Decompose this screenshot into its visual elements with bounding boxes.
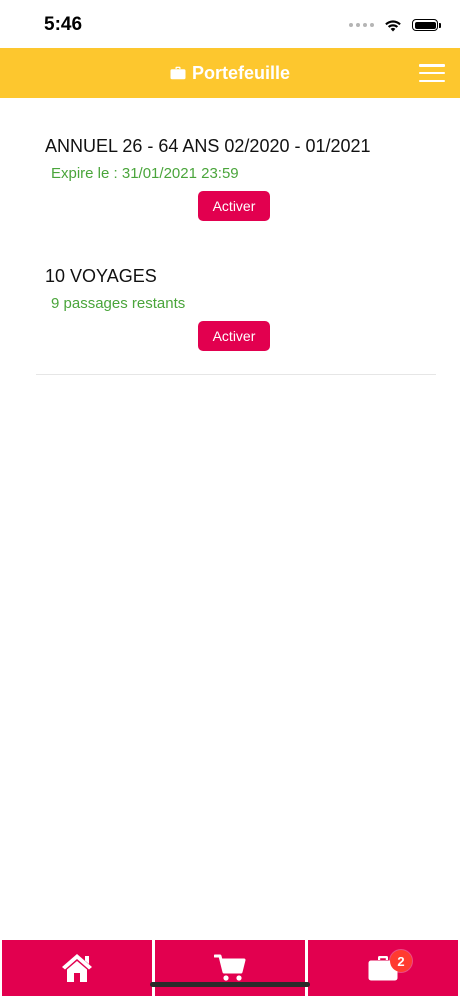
status-bar: 5:46 [0, 0, 460, 48]
ticket-title: 10 VOYAGES [45, 266, 157, 286]
home-indicator [150, 982, 310, 987]
ticket-expiry: Expire le : 31/01/2021 23:59 [51, 165, 239, 182]
ticket-remaining: 9 passages restants [51, 295, 186, 312]
home-icon [62, 954, 92, 982]
tab-shop[interactable] [155, 940, 305, 996]
battery-icon [412, 19, 441, 31]
wifi-icon [385, 19, 401, 31]
briefcase-icon [170, 66, 186, 80]
notification-badge: 2 [390, 950, 412, 972]
page-title: Portefeuille [191, 62, 291, 83]
divider [36, 374, 436, 375]
ticket-title: ANNUEL 26 - 64 ANS 02/2020 - 01/2021 [45, 136, 371, 156]
signal-icon [349, 23, 374, 27]
hamburger-menu-icon[interactable] [419, 64, 445, 82]
tab-bar: 2 [0, 940, 460, 996]
app-header: Portefeuille [0, 48, 460, 98]
activate-button[interactable]: Activer [198, 191, 270, 221]
header-title-group: Portefeuille [0, 48, 460, 98]
tab-home[interactable] [2, 940, 152, 996]
status-icons [349, 16, 441, 34]
cart-icon [214, 954, 246, 981]
status-time: 5:46 [44, 14, 83, 35]
activate-button[interactable]: Activer [198, 321, 270, 351]
tab-wallet[interactable]: 2 [308, 940, 458, 996]
